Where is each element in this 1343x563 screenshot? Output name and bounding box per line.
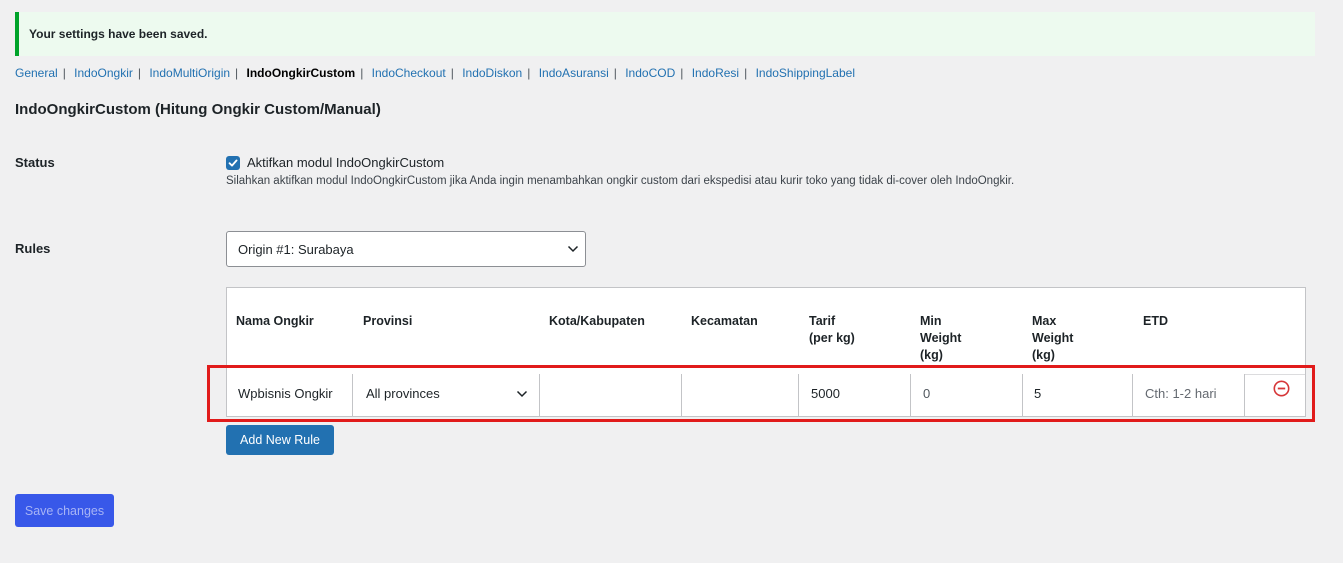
origin-select-value: Origin #1: Surabaya (238, 242, 354, 257)
tab-indocheckout[interactable]: IndoCheckout (372, 66, 446, 80)
status-description: Silahkan aktifkan modul IndoOngkirCustom… (226, 175, 1015, 187)
tab-indomultiorigin[interactable]: IndoMultiOrigin (149, 66, 230, 80)
notice-text: Your settings have been saved. (29, 27, 208, 41)
col-header-nama-ongkir: Nama Ongkir (236, 314, 314, 328)
col-header-tarif: Tarif (per kg) (809, 314, 855, 345)
col-header-provinsi: Provinsi (363, 314, 413, 328)
tab-indoongkir[interactable]: IndoOngkir (74, 66, 133, 80)
tab-indodiskon[interactable]: IndoDiskon (462, 66, 522, 80)
origin-select[interactable]: Origin #1: Surabaya (226, 231, 586, 267)
checkmark-icon (228, 159, 238, 166)
tab-indoasuransi[interactable]: IndoAsuransi (539, 66, 609, 80)
add-new-rule-button[interactable]: Add New Rule (226, 425, 334, 455)
tab-indoshippinglabel[interactable]: IndoShippingLabel (756, 66, 855, 80)
tab-indocod[interactable]: IndoCOD (625, 66, 675, 80)
status-checkbox-row[interactable]: Aktifkan modul IndoOngkirCustom (226, 155, 444, 170)
status-checkbox-label[interactable]: Aktifkan modul IndoOngkirCustom (247, 155, 444, 170)
col-header-kecamatan: Kecamatan (691, 314, 758, 328)
status-checkbox[interactable] (226, 155, 240, 170)
rule-row-highlight (207, 365, 1315, 422)
settings-saved-notice: Your settings have been saved. (15, 12, 1315, 56)
chevron-down-icon (567, 245, 579, 253)
status-label: Status (15, 155, 55, 170)
col-header-kota: Kota/Kabupaten (549, 314, 645, 328)
col-header-min-weight: Min Weight (kg) (920, 314, 962, 362)
rules-label: Rules (15, 241, 51, 256)
page-title: IndoOngkirCustom (Hitung Ongkir Custom/M… (15, 101, 381, 118)
tab-indoresi[interactable]: IndoResi (692, 66, 739, 80)
col-header-max-weight: Max Weight (kg) (1032, 314, 1074, 362)
settings-tab-nav: General | IndoOngkir | IndoMultiOrigin | In… (15, 66, 855, 80)
col-header-etd: ETD (1143, 314, 1168, 328)
tab-general[interactable]: General (15, 66, 58, 80)
tab-indoongkircustom[interactable]: IndoOngkirCustom (247, 66, 356, 80)
save-changes-button[interactable]: Save changes (15, 494, 114, 527)
